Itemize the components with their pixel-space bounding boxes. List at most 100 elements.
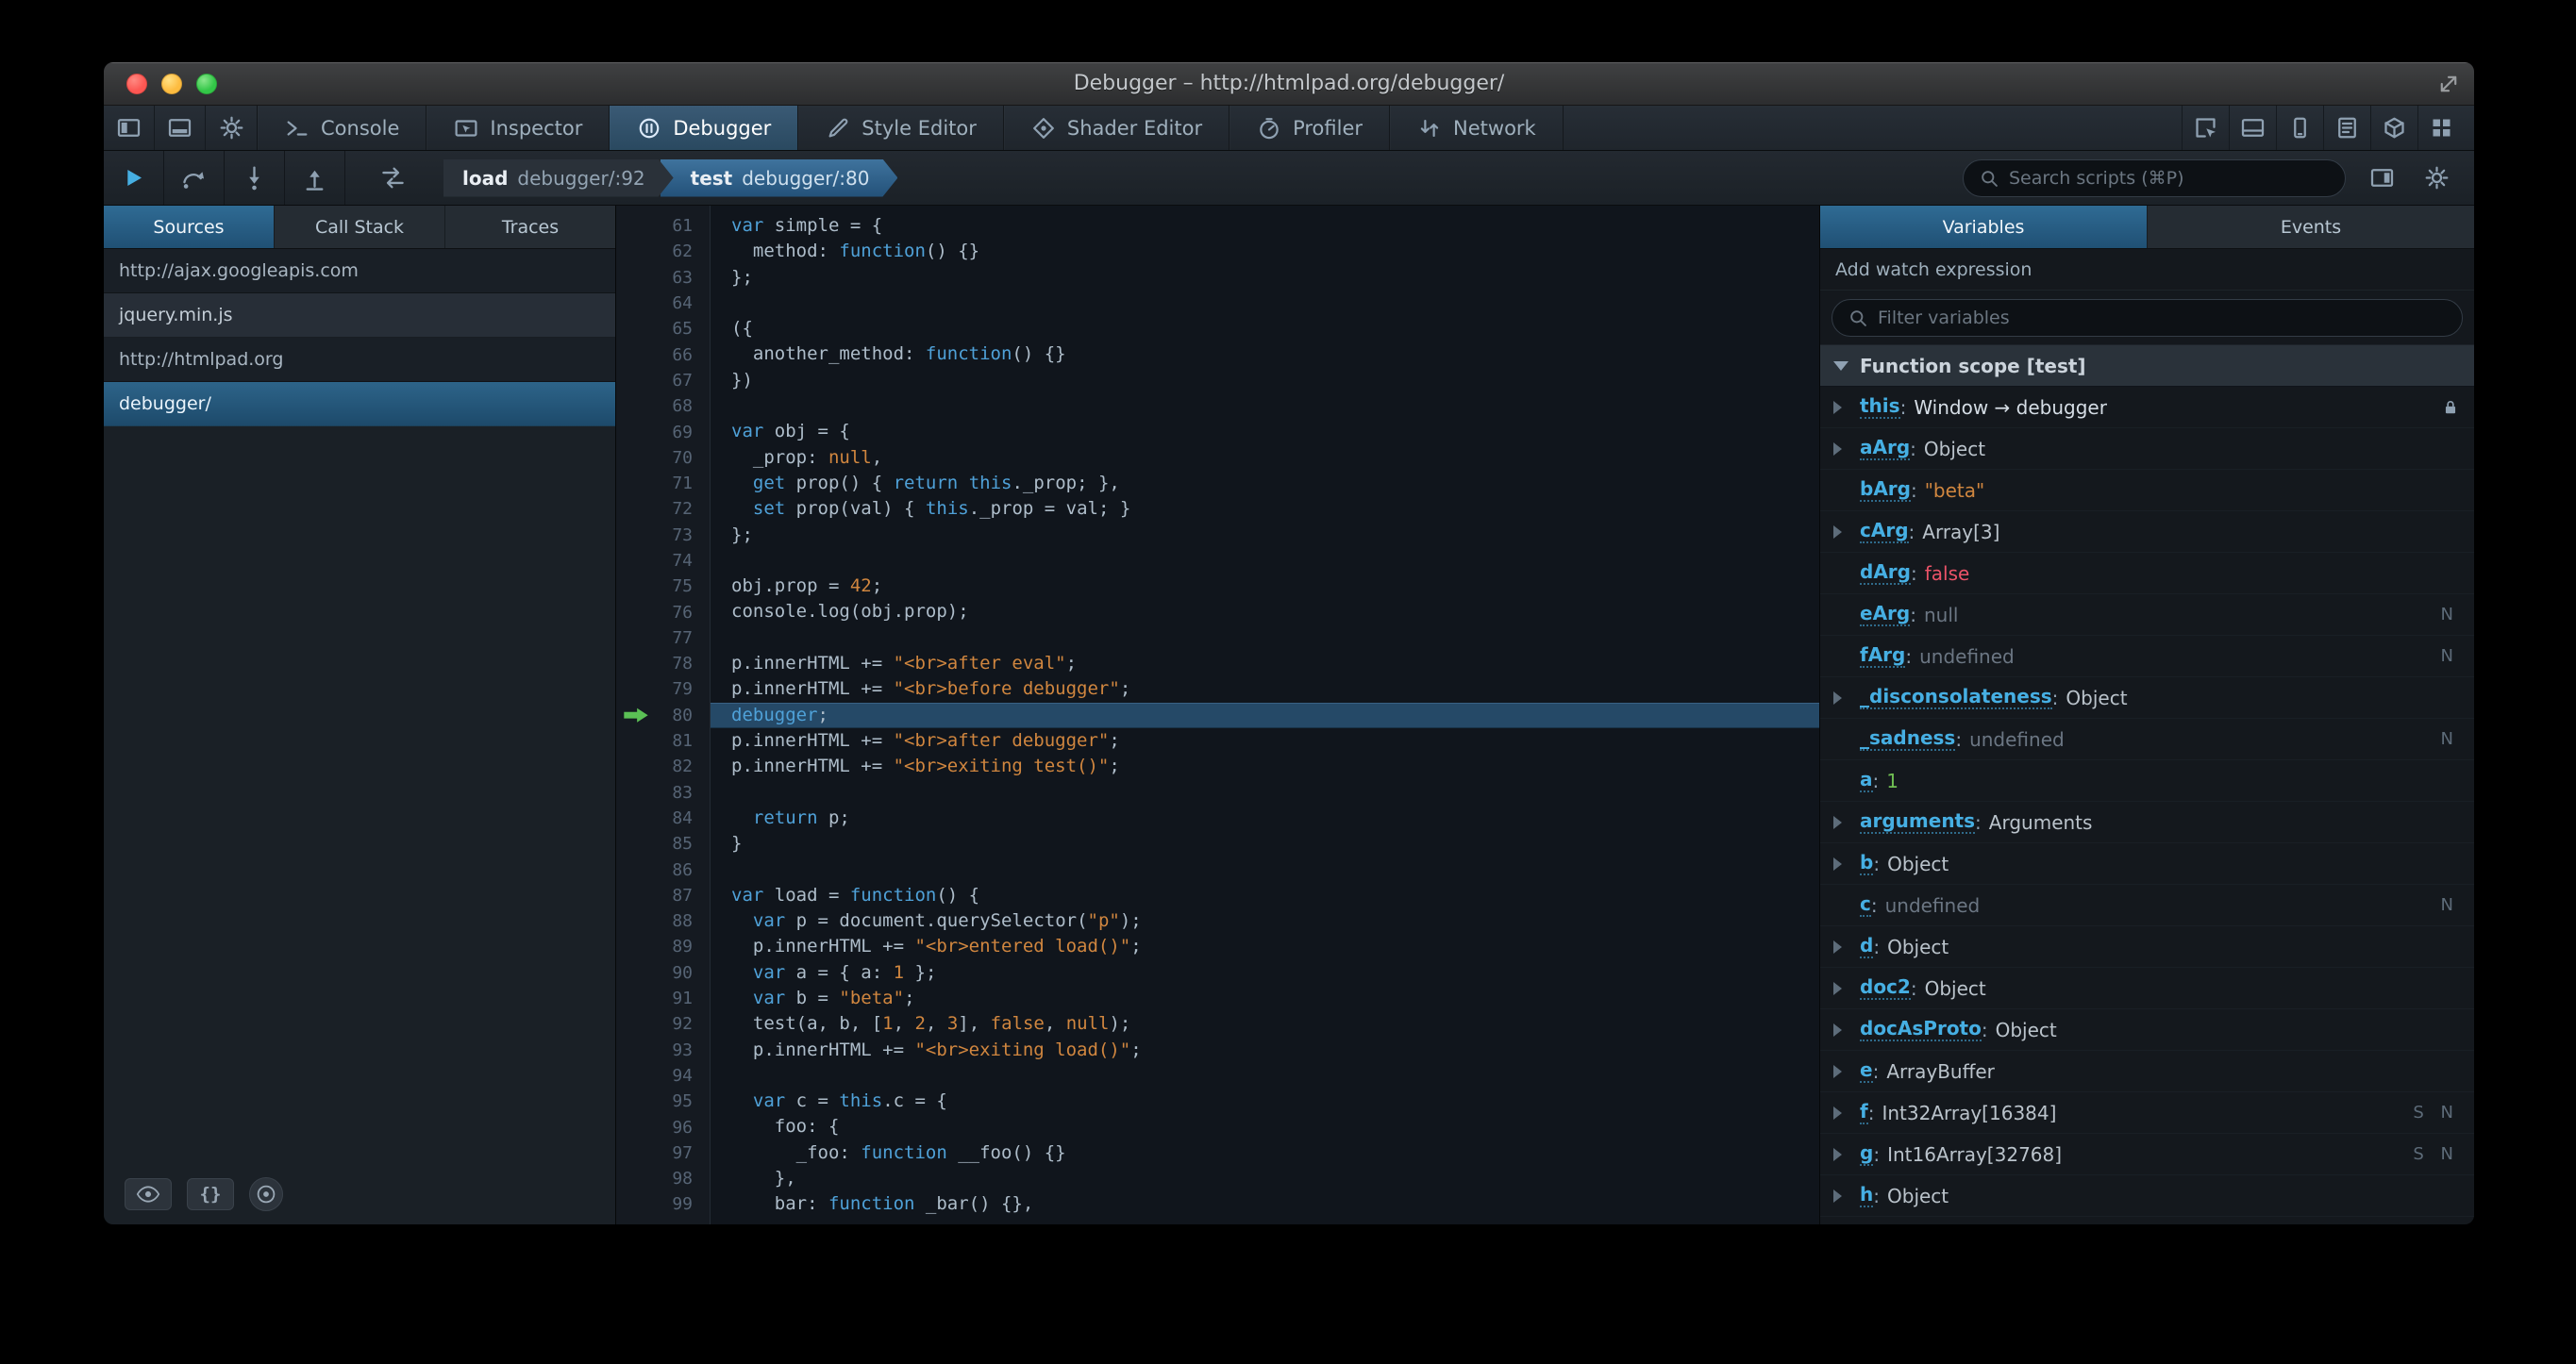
responsive-mode-icon[interactable] [2276,106,2323,150]
tab-shader-editor[interactable]: Shader Editor [1004,106,1230,150]
line-number[interactable]: 83 [616,780,710,806]
variable-row-g[interactable]: g: Int16Array[32768] S N [1820,1134,2474,1175]
code-line[interactable]: _prop: null, [711,445,1819,471]
code-line[interactable]: p.innerHTML += "<br>exiting load()"; [711,1038,1819,1063]
variable-row-d[interactable]: d: Object [1820,926,2474,968]
code-line[interactable]: }, [711,1166,1819,1191]
code-line[interactable]: another_method: function() {} [711,341,1819,367]
stack-frame-test[interactable]: test debugger/:80 [661,159,898,197]
variable-row-a[interactable]: a:1 [1820,760,2474,802]
dock-side-icon[interactable] [104,106,155,150]
code-line[interactable] [711,780,1819,806]
code-line[interactable]: bar: function _bar() {}, [711,1191,1819,1217]
variable-row-cArg[interactable]: cArg: Array[3] [1820,511,2474,553]
line-number[interactable]: 92 [616,1011,710,1037]
expand-arrow-icon[interactable] [1833,815,1842,829]
code-line[interactable]: var simple = { [711,213,1819,239]
variable-row-f[interactable]: f: Int32Array[16384] S N [1820,1092,2474,1134]
variable-row-dArg[interactable]: dArg: false [1820,553,2474,594]
variable-row-this[interactable]: this: Window → debugger [1820,387,2474,428]
code-line[interactable] [711,548,1819,574]
scope-header[interactable]: Function scope [test] [1820,345,2474,387]
code-line[interactable]: obj.prop = 42; [711,574,1819,599]
close-button[interactable] [126,73,147,94]
variable-row-fArg[interactable]: fArg: undefined N [1820,636,2474,677]
code-line[interactable]: var a = { a: 1 }; [711,960,1819,986]
variable-row-b[interactable]: b: Object [1820,843,2474,885]
line-number[interactable]: 89 [616,934,710,959]
tab-inspector[interactable]: Inspector [427,106,611,150]
code-line[interactable]: }; [711,523,1819,548]
variable-row-bArg[interactable]: bArg: "beta" [1820,470,2474,511]
code-line[interactable]: method: function() {} [711,239,1819,264]
line-number[interactable]: 78 [616,651,710,676]
line-number[interactable]: 99 [616,1191,710,1217]
line-number[interactable]: 69 [616,419,710,444]
line-number[interactable]: 76 [616,599,710,624]
variable-row-_sadness[interactable]: _sadness: undefined N [1820,719,2474,760]
line-number[interactable]: 91 [616,986,710,1011]
code-line[interactable]: p.innerHTML += "<br>before debugger"; [711,676,1819,702]
line-number[interactable]: 65 [616,316,710,341]
variable-row-docAsProto[interactable]: docAsProto: Object [1820,1009,2474,1051]
line-number[interactable]: 98 [616,1166,710,1191]
expand-arrow-icon[interactable] [1833,1147,1842,1161]
line-number[interactable]: 73 [616,523,710,548]
toggle-panes-button[interactable] [2363,165,2400,191]
code-line[interactable]: p.innerHTML += "<br>exiting test()"; [711,754,1819,779]
variable-row-c[interactable]: c: undefined N [1820,885,2474,926]
code-line-current[interactable]: debugger; [711,702,1819,728]
expand-arrow-icon[interactable] [1833,690,1842,705]
source-item[interactable]: jquery.min.js [104,293,615,338]
step-over-button[interactable] [164,151,225,205]
pause-on-exceptions-button[interactable] [249,1177,283,1211]
line-number[interactable]: 67 [616,368,710,393]
code-line[interactable]: return p; [711,806,1819,831]
line-number[interactable]: 82 [616,754,710,779]
zoom-button[interactable] [196,73,217,94]
variable-row-aArg[interactable]: aArg: Object [1820,428,2474,470]
tab-network[interactable]: Network [1390,106,1564,150]
line-number[interactable]: 72 [616,496,710,522]
line-number[interactable]: 71 [616,471,710,496]
line-number[interactable]: 79 [616,676,710,702]
line-number[interactable]: 84 [616,806,710,831]
code-line[interactable]: var obj = { [711,419,1819,444]
stack-frame-load[interactable]: load debugger/:92 [443,159,674,197]
dock-bottom-icon[interactable] [155,106,206,150]
line-number[interactable]: 94 [616,1063,710,1089]
code-line[interactable]: test(a, b, [1, 2, 3], false, null); [711,1011,1819,1037]
expand-arrow-icon[interactable] [1833,940,1842,954]
line-number[interactable]: 90 [616,960,710,986]
code-line[interactable] [711,393,1819,419]
expand-arrow-icon[interactable] [1833,1189,1842,1203]
code-line[interactable]: var b = "beta"; [711,986,1819,1011]
line-number[interactable]: 77 [616,625,710,651]
variable-row-eArg[interactable]: eArg: null N [1820,594,2474,636]
variable-row-doc2[interactable]: doc2: Object [1820,968,2474,1009]
variable-row-e[interactable]: e: ArrayBuffer [1820,1051,2474,1092]
code-line[interactable]: set prop(val) { this._prop = val; } [711,496,1819,522]
tilt-3d-icon[interactable] [2370,106,2417,150]
pretty-print-button[interactable]: {} [187,1178,234,1210]
expand-arrow-icon[interactable] [1833,400,1842,414]
expand-arrow-icon[interactable] [1833,981,1842,995]
tab-debugger[interactable]: Debugger [610,106,799,150]
line-number[interactable]: 96 [616,1114,710,1139]
app-grid-icon[interactable] [2417,106,2465,150]
code-line[interactable]: p.innerHTML += "<br>entered load()"; [711,934,1819,959]
code-line[interactable]: console.log(obj.prop); [711,599,1819,624]
code-line[interactable]: var load = function() { [711,883,1819,908]
code-line[interactable]: get prop() { return this._prop; }, [711,471,1819,496]
line-number[interactable]: 86 [616,857,710,882]
code-line[interactable] [711,1063,1819,1089]
code-line[interactable]: } [711,831,1819,857]
code-line[interactable]: foo: { [711,1114,1819,1139]
tab-style-editor[interactable]: Style Editor [798,106,1004,150]
tab-console[interactable]: Console [258,106,427,150]
expand-arrow-icon[interactable] [1833,857,1842,871]
variable-row-h[interactable]: h: Object [1820,1175,2474,1217]
line-number[interactable]: 75 [616,574,710,599]
line-number[interactable]: 97 [616,1140,710,1166]
tab-call-stack[interactable]: Call Stack [275,206,445,248]
